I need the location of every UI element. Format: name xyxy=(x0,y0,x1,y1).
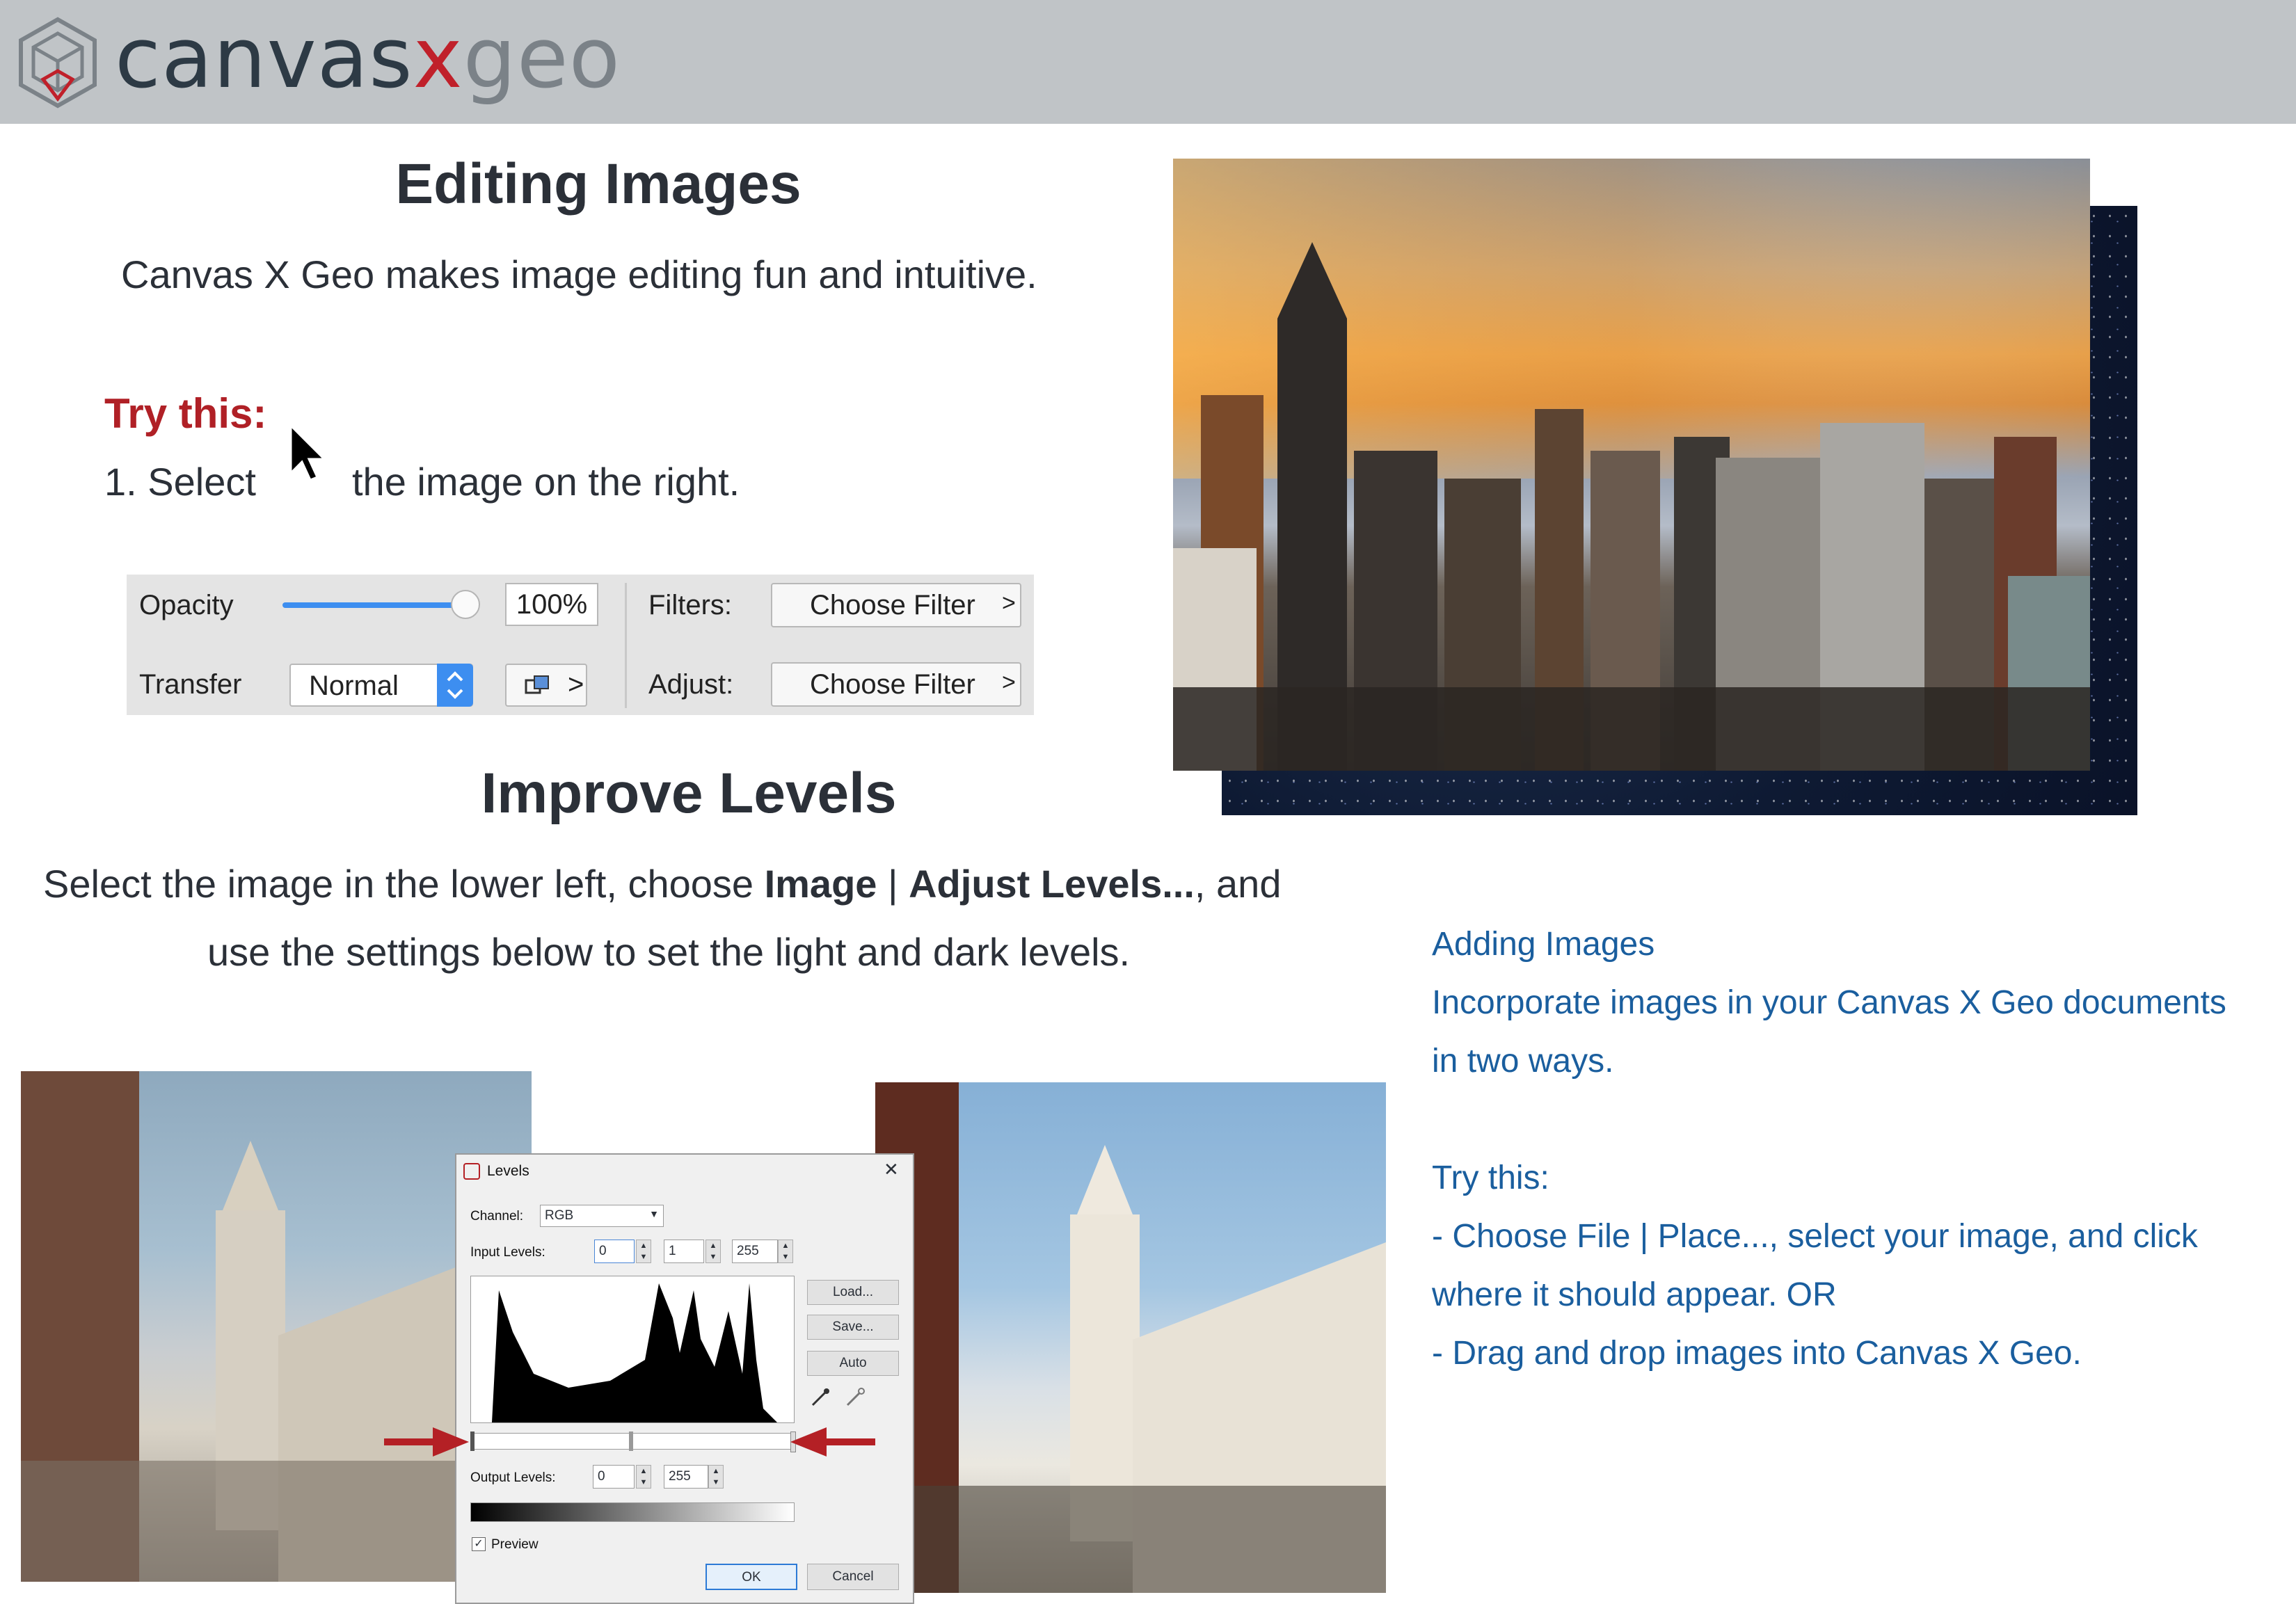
adding-images-line1: Incorporate images in your Canvas X Geo … xyxy=(1432,984,2226,1021)
channel-value: RGB xyxy=(545,1208,574,1223)
levels-dialog-title: Levels xyxy=(487,1163,529,1179)
load-button[interactable]: Load... xyxy=(807,1280,899,1305)
adding-images-line2: in two ways. xyxy=(1432,1043,1614,1080)
red-arrow-right-icon xyxy=(384,1427,469,1457)
editing-title: Editing Images xyxy=(395,152,802,216)
input-white-field[interactable]: 255 xyxy=(732,1240,778,1263)
editing-subtitle: Canvas X Geo makes image editing fun and… xyxy=(121,252,1037,296)
city-skyline-image[interactable] xyxy=(1173,159,2090,771)
brand-part-geo: geo xyxy=(463,10,621,107)
after-levels-image[interactable] xyxy=(875,1082,1386,1593)
input-gamma-field[interactable]: 1 xyxy=(664,1240,704,1263)
city-skyline-graphic xyxy=(1173,159,2090,771)
input-black-spinner[interactable]: ▲ ▼ xyxy=(636,1240,651,1263)
output-white-spinner[interactable]: ▲ ▼ xyxy=(708,1465,724,1489)
transform-options-button[interactable]: > xyxy=(505,664,587,707)
adjust-label: Adjust: xyxy=(648,669,734,700)
cube-logo-icon xyxy=(19,17,97,109)
red-arrow-left-icon xyxy=(790,1427,875,1457)
brand-wordmark: canvasxgeo xyxy=(115,7,621,111)
levels-instruction-line2: use the settings below to set the light … xyxy=(207,930,1131,974)
channel-label: Channel: xyxy=(470,1209,524,1224)
stepper-chevrons-icon xyxy=(437,664,473,707)
dropdown-arrow-icon: ▼ xyxy=(649,1208,659,1219)
editing-try-label: Try this: xyxy=(104,390,267,437)
auto-button[interactable]: Auto xyxy=(807,1351,899,1376)
brand-part-canvas: canvas xyxy=(115,10,413,107)
preview-checkbox[interactable]: ✓ xyxy=(472,1537,486,1551)
opacity-value-field[interactable]: 100% xyxy=(505,583,598,626)
adding-bullet1-line2: where it should appear. OR xyxy=(1432,1276,1837,1313)
channel-select[interactable]: RGB ▼ xyxy=(540,1205,664,1227)
adding-try-label: Try this: xyxy=(1432,1160,1549,1196)
ok-button[interactable]: OK xyxy=(705,1564,797,1590)
step1-text-after: the image on the right. xyxy=(352,460,740,504)
filters-label: Filters: xyxy=(648,590,732,620)
white-eyedropper-icon[interactable] xyxy=(845,1387,866,1408)
adding-bullet1-line1: - Choose File | Place..., select your im… xyxy=(1432,1218,2198,1255)
toolbar-divider xyxy=(625,583,627,708)
output-levels-slider[interactable] xyxy=(470,1502,795,1522)
choose-adjust-label: Choose Filter xyxy=(810,669,975,700)
input-gamma-spinner[interactable]: ▲ ▼ xyxy=(705,1240,721,1263)
input-white-spinner[interactable]: ▲ ▼ xyxy=(778,1240,793,1263)
chevron-right-icon: > xyxy=(568,669,584,700)
input-gamma-handle[interactable] xyxy=(629,1431,633,1451)
transform-icon xyxy=(525,675,549,694)
dialog-app-icon xyxy=(463,1163,480,1180)
step1-text-before: 1. Select xyxy=(104,460,256,504)
menu-image-label: Image xyxy=(764,862,877,906)
custom-house-tower-graphic xyxy=(875,1082,1386,1593)
instruction-text: Select the image in the lower left, choo… xyxy=(43,862,765,906)
adding-images-title: Adding Images xyxy=(1432,926,1655,963)
levels-title: Improve Levels xyxy=(481,762,897,825)
instruction-text-end: , and xyxy=(1194,862,1282,906)
choose-filter-button[interactable]: Choose Filter > xyxy=(771,583,1021,627)
save-button[interactable]: Save... xyxy=(807,1315,899,1340)
output-black-field[interactable]: 0 xyxy=(593,1465,635,1489)
output-white-field[interactable]: 255 xyxy=(664,1465,708,1489)
preview-label: Preview xyxy=(491,1537,539,1552)
chevron-right-icon: > xyxy=(1002,590,1016,616)
opacity-slider-track[interactable] xyxy=(282,602,466,608)
input-black-field[interactable]: 0 xyxy=(594,1240,635,1263)
choose-adjust-button[interactable]: Choose Filter > xyxy=(771,662,1021,707)
choose-filter-label: Choose Filter xyxy=(810,590,975,620)
histogram-graphic xyxy=(492,1283,777,1422)
adding-bullet2: - Drag and drop images into Canvas X Geo… xyxy=(1432,1335,2082,1372)
arrow-cursor-icon xyxy=(289,424,327,481)
transfer-select[interactable]: Normal xyxy=(289,664,473,707)
transfer-select-value: Normal xyxy=(309,671,399,701)
levels-histogram xyxy=(470,1276,795,1423)
chevron-right-icon: > xyxy=(1002,669,1016,696)
close-icon[interactable]: ✕ xyxy=(884,1159,899,1180)
output-levels-label: Output Levels: xyxy=(470,1470,556,1485)
opacity-slider-knob[interactable] xyxy=(451,590,480,619)
output-black-spinner[interactable]: ▲ ▼ xyxy=(636,1465,651,1489)
menu-adjust-levels-label: Adjust Levels... xyxy=(909,862,1195,906)
levels-instruction-line1: Select the image in the lower left, choo… xyxy=(43,861,1281,906)
input-levels-label: Input Levels: xyxy=(470,1245,545,1260)
black-eyedropper-icon[interactable] xyxy=(810,1387,831,1408)
cancel-button[interactable]: Cancel xyxy=(807,1564,899,1590)
transfer-label: Transfer xyxy=(139,669,242,700)
menu-separator: | xyxy=(877,862,909,906)
brand-part-x: x xyxy=(413,10,463,107)
opacity-label: Opacity xyxy=(139,590,234,620)
